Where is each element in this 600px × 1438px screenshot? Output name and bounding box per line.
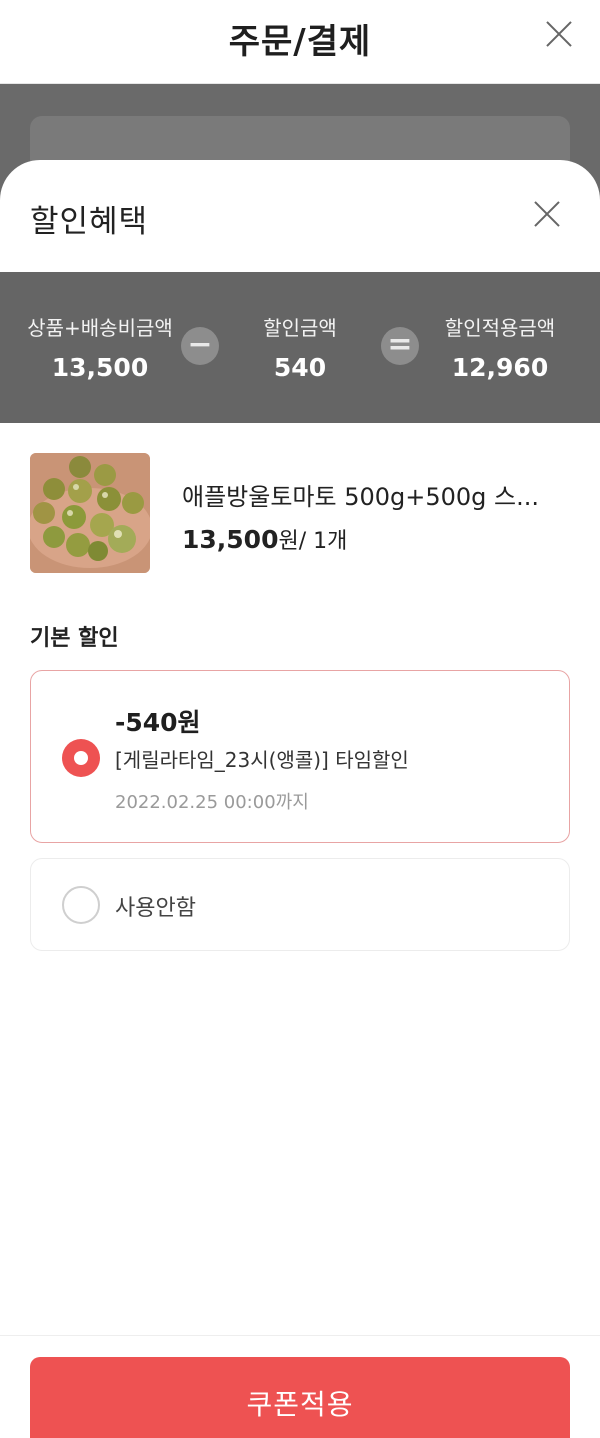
- discount-label: 할인금액: [263, 316, 337, 340]
- applied-value: 12,960: [451, 353, 549, 382]
- product-price: 13,500원/ 1개: [182, 523, 347, 555]
- no-use-label: 사용안함: [115, 896, 196, 921]
- price-summary: 상품+배송비금액 13,500 − 할인금액 540 = 할인적용금액 12,9…: [0, 272, 600, 423]
- applied-total: 할인적용금액 12,960: [400, 312, 600, 382]
- radio-selected-icon[interactable]: [62, 739, 100, 777]
- page-header: 주문/결제: [0, 0, 600, 84]
- sheet-title: 할인혜택: [30, 204, 149, 240]
- price-amount: 13,500: [182, 525, 279, 554]
- applied-label: 할인적용금액: [444, 316, 556, 340]
- discount-bottom-sheet: 할인혜택 상품+배송비금액 13,500 − 할인금액 540 = 할인적용금액…: [0, 160, 600, 1438]
- product-image: [30, 453, 150, 573]
- product-name: 애플방울토마토 500g+500g 스...: [182, 483, 539, 511]
- close-icon[interactable]: [544, 19, 574, 49]
- discount-option-time-sale[interactable]: -540원 [게릴라타임_23시(앵콜)] 타임할인 2022.02.25 00…: [30, 670, 570, 843]
- product-shipping-label: 상품+배송비금액: [27, 316, 173, 340]
- coupon-name: [게릴라타임_23시(앵콜)] 타임할인: [115, 748, 409, 772]
- page-title: 주문/결제: [228, 22, 372, 62]
- sheet-footer: 쿠폰적용: [0, 1335, 600, 1438]
- price-unit: 원: [278, 529, 299, 554]
- coupon-expiry: 2022.02.25 00:00까지: [115, 792, 309, 813]
- apply-coupon-button[interactable]: 쿠폰적용: [30, 1357, 570, 1438]
- product-quantity: / 1개: [298, 529, 348, 554]
- radio-unselected-icon[interactable]: [62, 886, 100, 924]
- product-shipping-total: 상품+배송비금액 13,500: [0, 312, 200, 382]
- discount-value: 540: [273, 353, 327, 382]
- close-icon[interactable]: [532, 199, 562, 229]
- discount-amount: -540원: [115, 708, 201, 737]
- order-payment-page: 주문/결제 할인혜택 상품+배송비금액 13,500 − 할인금액 540 = …: [0, 0, 600, 1438]
- product-item: 애플방울토마토 500g+500g 스... 13,500원/ 1개: [30, 453, 570, 573]
- tomato-photo: [30, 453, 150, 573]
- basic-discount-title: 기본 할인: [30, 626, 119, 651]
- discount-option-none[interactable]: 사용안함: [30, 858, 570, 951]
- discount-total: 할인금액 540: [200, 312, 400, 382]
- product-shipping-value: 13,500: [51, 353, 149, 382]
